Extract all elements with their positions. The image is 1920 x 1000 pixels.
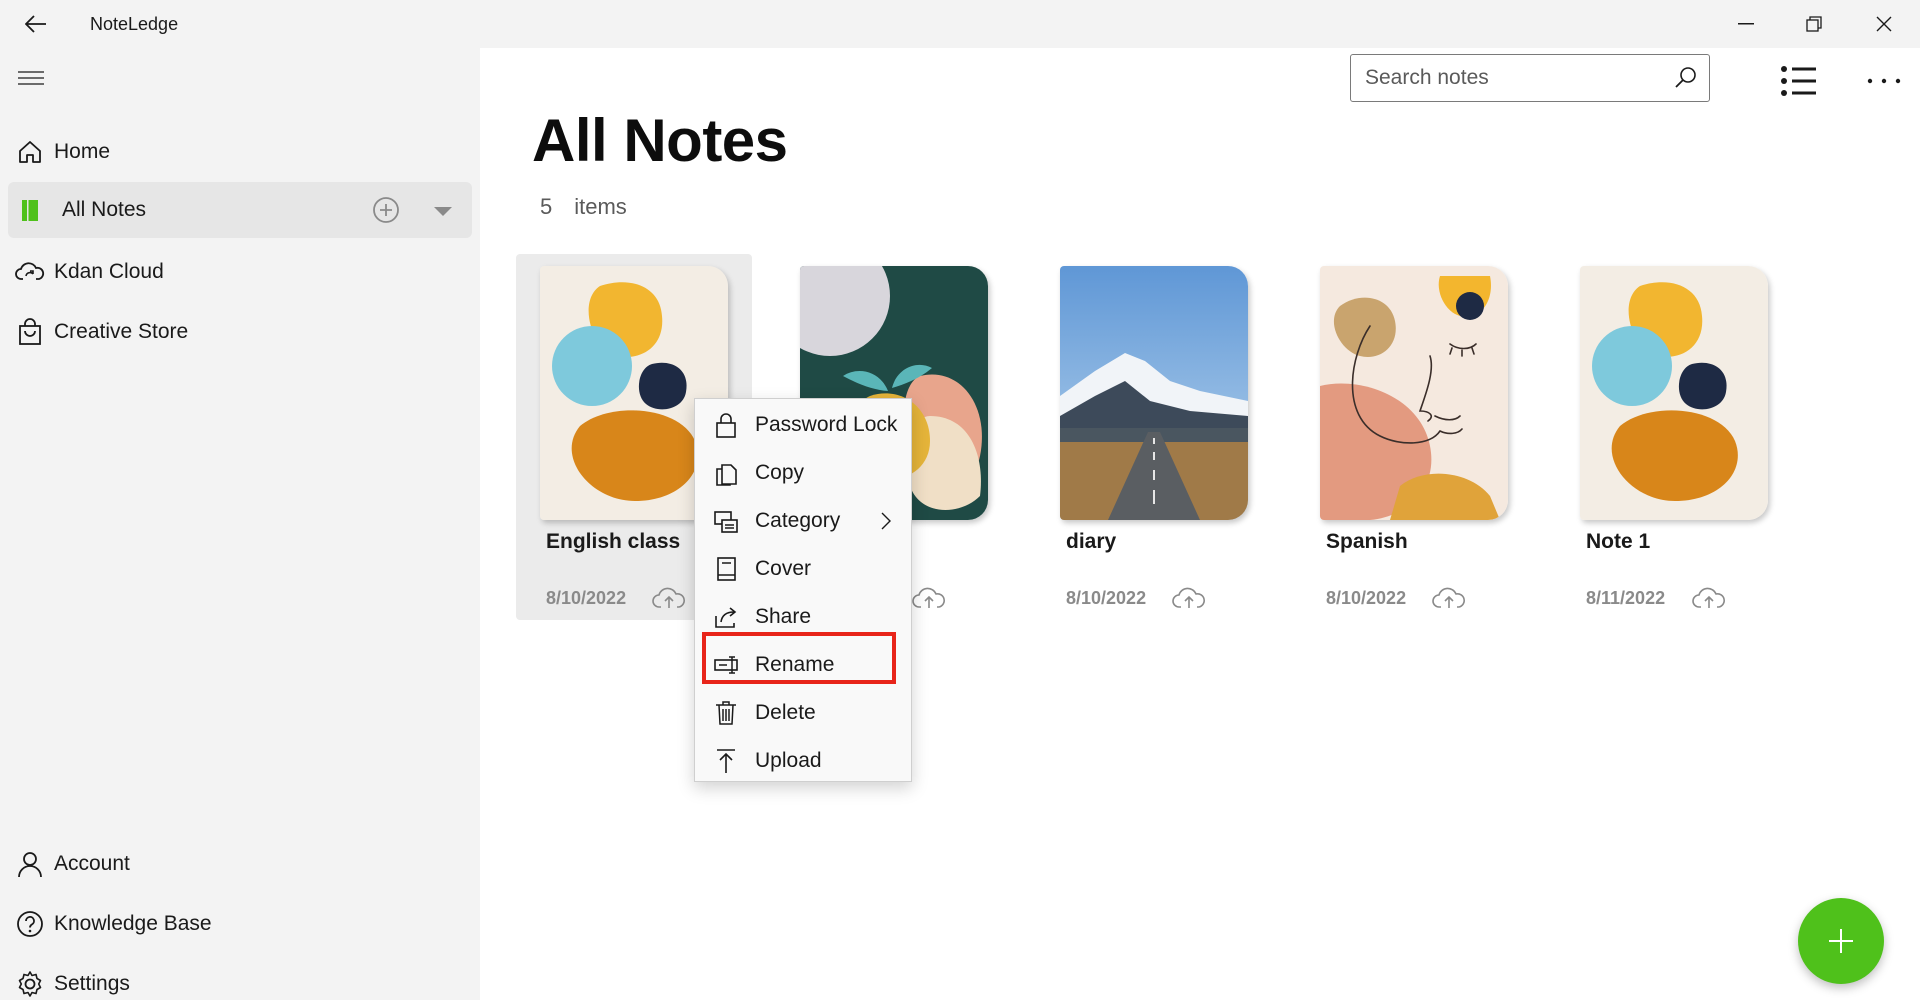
menu-item-label: Category [755,509,841,532]
menu-item-label: Cover [755,557,812,580]
shopping-bag-icon [14,316,46,348]
cloud-upload-icon[interactable] [652,586,686,610]
minimize-icon [1738,23,1754,25]
minimize-button[interactable] [1712,0,1780,48]
menu-item-cover[interactable]: Cover [701,547,905,591]
note-card-diary[interactable]: diary 8/10/2022 [1036,254,1272,620]
sidebar-item-label: Settings [54,972,130,995]
note-date: 8/10/2022 [546,588,627,608]
share-icon [715,607,737,628]
book-icon [717,557,736,581]
context-menu: Password Lock Copy Category Cover Share … [694,398,912,782]
note-cover[interactable] [1580,266,1768,520]
note-cover[interactable] [1320,266,1508,520]
cloud-upload-icon[interactable] [912,586,946,610]
menu-toggle-button[interactable] [14,64,48,92]
menu-item-password-lock[interactable]: Password Lock [701,403,905,447]
category-icon [714,511,738,533]
notebook-icon [22,200,38,221]
cloud-upload-icon[interactable] [1432,586,1466,610]
restore-button[interactable] [1780,0,1848,48]
note-date: 8/10/2022 [1326,588,1407,608]
more-icon [1867,78,1901,84]
sidebar-item-label: Creative Store [54,320,189,343]
restore-icon [1806,16,1822,32]
cloud-upload-icon[interactable] [1172,586,1206,610]
note-title: Note 1 [1586,530,1651,553]
plus-circle-icon [373,197,399,223]
abstract-cover-image [1580,266,1768,520]
note-card-note-1[interactable]: Note 1 8/11/2022 [1556,254,1792,620]
hamburger-icon [18,71,44,85]
close-icon [1876,16,1892,32]
upload-icon [717,749,735,773]
caret-down-icon [434,207,452,216]
sidebar: Home All Notes Kdan Cloud Creative Store… [0,48,480,1000]
note-title: English class [546,530,681,553]
rename-highlight-box [702,632,896,684]
note-card-spanish[interactable]: Spanish 8/10/2022 [1296,254,1532,620]
menu-item-copy[interactable]: Copy [701,451,905,495]
help-icon [14,908,46,940]
menu-item-upload[interactable]: Upload [701,739,905,783]
cloud-upload-icon[interactable] [1692,586,1726,610]
menu-item-label: Password Lock [755,413,898,436]
arrow-left-icon [25,15,46,33]
menu-item-delete[interactable]: Delete [701,691,905,735]
back-button[interactable] [18,8,54,40]
sidebar-item-settings[interactable]: Settings [8,956,472,1000]
sidebar-item-creative-store[interactable]: Creative Store [8,304,472,360]
sidebar-item-label: All Notes [62,198,147,221]
menu-item-label: Upload [755,749,822,772]
page-title: All Notes [532,107,788,174]
note-cover[interactable] [1060,266,1248,520]
menu-item-label: Share [755,605,812,628]
cloud-sync-icon [14,256,46,288]
list-icon [1781,66,1816,96]
sidebar-item-home[interactable]: Home [8,124,472,180]
mountain-road-cover-image [1060,266,1248,520]
sidebar-item-account[interactable]: Account [8,836,472,892]
note-date: 8/10/2022 [1066,588,1147,608]
sidebar-item-label: Knowledge Base [54,912,212,935]
lock-icon [716,413,736,438]
item-count: 5 items [540,194,627,219]
expand-button[interactable] [430,198,456,222]
note-title: Spanish [1326,530,1408,553]
add-note-button[interactable] [1798,898,1884,984]
line-face-cover-image [1320,266,1508,520]
trash-icon [716,701,736,725]
close-button[interactable] [1850,0,1918,48]
home-icon [14,136,46,168]
menu-item-label: Copy [755,461,805,484]
note-title: diary [1066,530,1117,553]
more-options-button[interactable] [1862,66,1906,96]
search-icon[interactable] [1673,65,1699,91]
menu-item-category[interactable]: Category [701,499,905,543]
list-view-button[interactable] [1778,64,1818,98]
search-box[interactable] [1350,54,1710,102]
gear-icon [14,968,46,1000]
sidebar-item-label: Account [54,852,130,875]
sidebar-item-all-notes[interactable]: All Notes [8,182,472,238]
sidebar-item-kdan-cloud[interactable]: Kdan Cloud [8,244,472,300]
title-bar: NoteLedge [0,0,1920,48]
chevron-right-icon [881,512,891,530]
menu-item-label: Delete [755,701,816,724]
sidebar-item-knowledge-base[interactable]: Knowledge Base [8,896,472,952]
sidebar-item-label: Home [54,140,111,163]
sidebar-item-label: Kdan Cloud [54,260,164,283]
copy-icon [716,464,737,486]
search-input[interactable] [1365,63,1665,93]
note-date: 8/11/2022 [1586,588,1666,608]
person-icon [14,848,46,880]
plus-icon [1829,929,1853,953]
app-title: NoteLedge [90,14,179,34]
add-category-button[interactable] [372,196,400,224]
